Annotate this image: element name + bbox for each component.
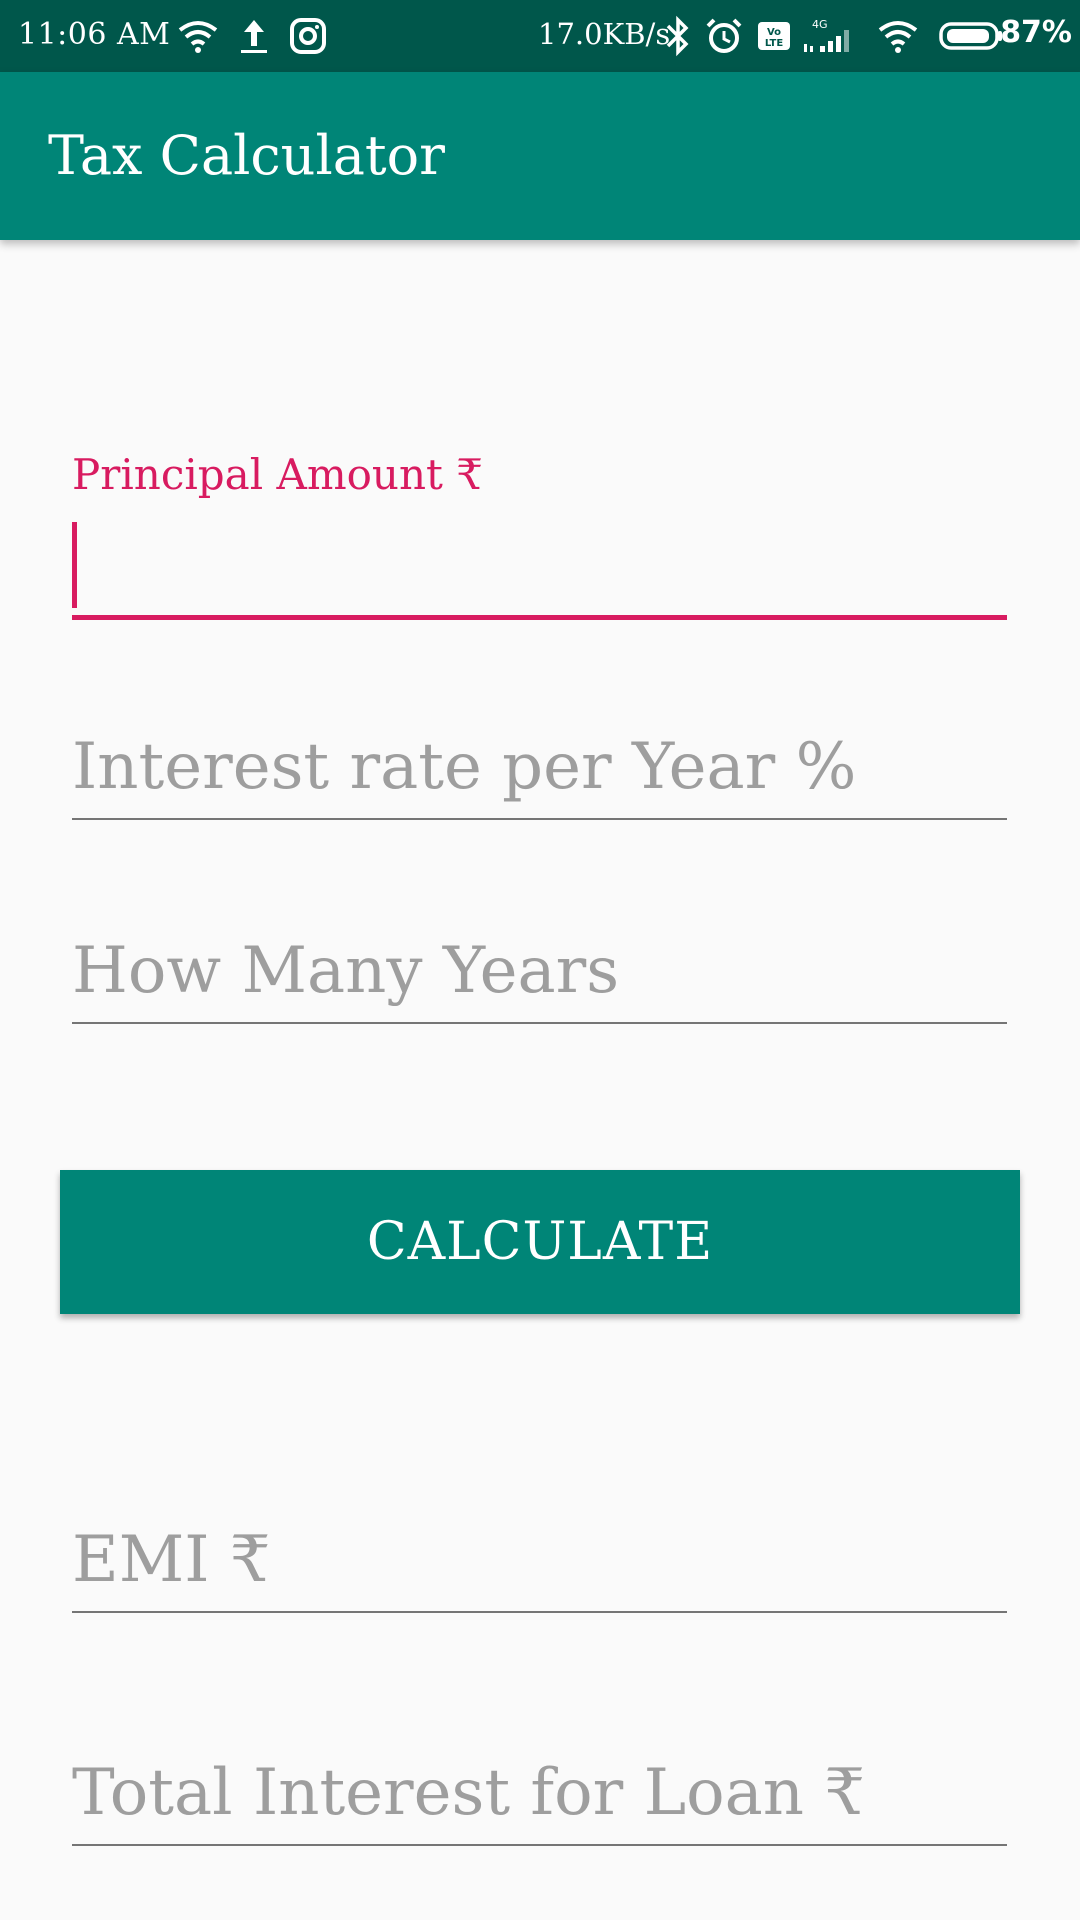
years-placeholder[interactable]: How Many Years: [72, 934, 619, 1008]
years-underline: [72, 1022, 1007, 1024]
interest-rate-underline: [72, 818, 1007, 820]
status-time: 11:06 AM: [18, 17, 171, 52]
interest-rate-placeholder[interactable]: Interest rate per Year %: [72, 730, 856, 804]
svg-text:Vo: Vo: [767, 27, 781, 38]
principal-amount-field[interactable]: Principal Amount ₹: [72, 450, 1007, 625]
svg-text:LTE: LTE: [765, 38, 784, 49]
total-interest-field[interactable]: Total Interest for Loan ₹: [72, 1756, 1007, 1856]
alarm-icon: [706, 18, 742, 53]
principal-amount-underline: [72, 615, 1007, 620]
calculate-button[interactable]: CALCULATE: [60, 1170, 1020, 1314]
screen: 11:06 AM 17.0KB/s Vo LTE 4G 87% Tax Calc…: [0, 0, 1080, 1920]
app-title: Tax Calculator: [48, 124, 445, 187]
instagram-icon: [290, 18, 326, 54]
text-cursor: [72, 522, 77, 608]
network-speed: 17.0KB/s: [538, 17, 671, 51]
status-bar: 11:06 AM 17.0KB/s Vo LTE 4G 87%: [0, 0, 1080, 72]
principal-amount-label: Principal Amount ₹: [72, 450, 483, 499]
upload-icon: [241, 20, 267, 53]
bluetooth-icon: [666, 15, 689, 57]
volte-icon: Vo LTE: [758, 22, 790, 50]
wifi-icon: [878, 21, 918, 53]
app-bar: Tax Calculator: [0, 72, 1080, 240]
emi-underline: [72, 1611, 1007, 1613]
network-type-label: 4G: [812, 18, 828, 31]
wifi-icon: [178, 21, 218, 53]
interest-rate-field[interactable]: Interest rate per Year %: [72, 730, 1007, 830]
battery-icon: [939, 22, 1002, 50]
total-interest-underline: [72, 1844, 1007, 1846]
battery-percent: 87%: [1000, 15, 1072, 50]
total-interest-placeholder[interactable]: Total Interest for Loan ₹: [72, 1756, 865, 1830]
signal-icon: 4G: [804, 18, 849, 52]
emi-placeholder[interactable]: EMI ₹: [72, 1523, 271, 1597]
emi-field[interactable]: EMI ₹: [72, 1523, 1007, 1623]
years-field[interactable]: How Many Years: [72, 934, 1007, 1034]
